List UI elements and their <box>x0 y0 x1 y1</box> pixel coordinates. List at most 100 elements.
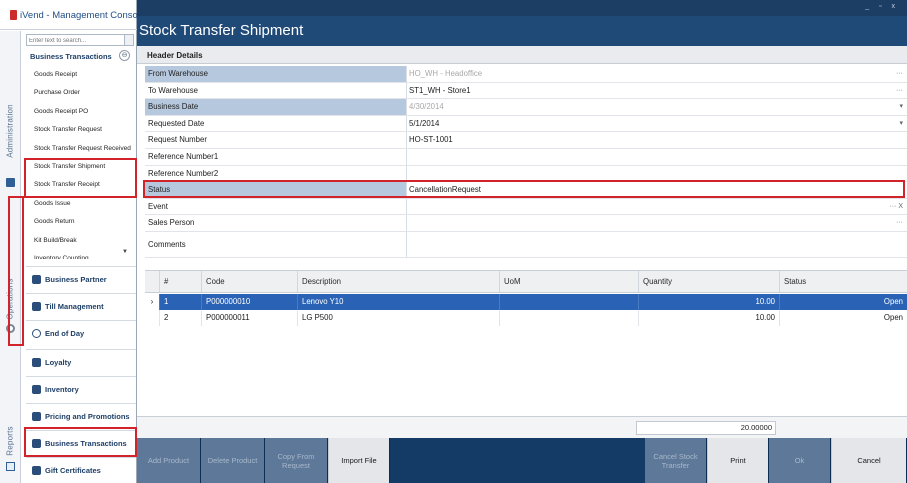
field-row-requested-date: Requested Date 5/1/2014 ▾ <box>145 115 907 133</box>
module-label: Pricing and Promotions <box>45 412 130 421</box>
search-button[interactable] <box>124 35 133 45</box>
reports-icon <box>6 462 15 471</box>
column-header-quantity[interactable]: Quantity <box>638 271 779 292</box>
lookup-icon[interactable]: ··· <box>896 215 903 231</box>
comments-field[interactable] <box>409 232 889 257</box>
cell-status[interactable]: Open <box>779 294 907 310</box>
business-transactions-icon <box>32 439 41 448</box>
module-loyalty[interactable]: Loyalty <box>26 349 136 375</box>
cell-quantity[interactable]: 10.00 <box>638 310 779 326</box>
module-label: End of Day <box>45 329 85 338</box>
module-inventory[interactable]: Inventory <box>26 376 136 402</box>
column-header-description[interactable]: Description <box>297 271 499 292</box>
cell-uom[interactable] <box>499 294 638 310</box>
field-row-event: Event ··· X <box>145 198 907 216</box>
field-row-sales-person: Sales Person ··· <box>145 215 907 232</box>
module-business-partner[interactable]: Business Partner <box>26 266 136 292</box>
reference-number2-field[interactable] <box>409 166 889 182</box>
menu-item-stock-transfer-shipment[interactable]: Stock Transfer Shipment <box>26 158 134 176</box>
field-label: Reference Number1 <box>145 149 407 165</box>
menu-item-goods-receipt[interactable]: Goods Receipt <box>26 66 134 84</box>
field-row-reference-number1: Reference Number1 <box>145 149 907 166</box>
module-label: Loyalty <box>45 358 72 367</box>
cell-num[interactable]: 1 <box>159 294 201 310</box>
lookup-icon[interactable]: ··· <box>896 66 903 82</box>
column-header-status[interactable]: Status <box>779 271 907 292</box>
copy-from-request-button[interactable]: Copy From Request <box>265 438 328 483</box>
lookup-icon[interactable]: ··· <box>896 83 903 99</box>
module-business-transactions[interactable]: Business Transactions <box>26 430 136 456</box>
column-header-code[interactable]: Code <box>201 271 297 292</box>
print-button[interactable]: Print <box>707 438 769 483</box>
requested-date-field[interactable]: 5/1/2014 <box>409 116 889 132</box>
main-content: Header Details From Warehouse HO_WH - Hea… <box>137 46 907 438</box>
menu-item-inventory-counting[interactable]: Inventory Counting <box>26 250 134 259</box>
collapse-icon[interactable]: ⊖ <box>119 50 130 61</box>
module-gift-certificates[interactable]: Gift Certificates <box>26 457 136 483</box>
menu-item-goods-issue[interactable]: Goods Issue <box>26 195 134 213</box>
sales-person-field[interactable] <box>409 215 889 231</box>
to-warehouse-field[interactable]: ST1_WH - Store1 <box>409 83 889 99</box>
menu-item-goods-receipt-po[interactable]: Goods Receipt PO <box>26 103 134 121</box>
menu-item-goods-return[interactable]: Goods Return <box>26 213 134 231</box>
add-product-button[interactable]: Add Product <box>137 438 201 483</box>
inventory-icon <box>32 385 41 394</box>
reference-number1-field[interactable] <box>409 149 889 165</box>
field-row-comments: Comments <box>145 232 907 258</box>
table-row[interactable]: 2 P000000011 LG P500 10.00 Open <box>145 310 907 326</box>
ivend-logo-icon <box>10 10 17 20</box>
section-header-business-transactions[interactable]: Business Transactions ⊖ <box>26 48 134 64</box>
module-till-management[interactable]: Till Management <box>26 293 136 319</box>
cancel-stock-transfer-button[interactable]: Cancel Stock Transfer <box>645 438 707 483</box>
cancel-button[interactable]: Cancel <box>831 438 907 483</box>
cell-uom[interactable] <box>499 310 638 326</box>
administration-tab-label[interactable]: Administration <box>6 104 15 158</box>
business-partner-icon <box>32 275 41 284</box>
totals-bar: 20.00000 <box>137 416 907 438</box>
cell-status[interactable]: Open <box>779 310 907 326</box>
cell-num[interactable]: 2 <box>159 310 201 326</box>
app-title: iVend - Management Console <box>20 10 146 21</box>
ok-button[interactable]: Ok <box>769 438 831 483</box>
module-label: Inventory <box>45 385 79 394</box>
field-label: Sales Person <box>145 215 407 231</box>
module-pricing-and-promotions[interactable]: Pricing and Promotions <box>26 403 136 429</box>
window-controls[interactable]: _ ▫ x <box>865 3 899 10</box>
dropdown-icon[interactable]: ▾ <box>899 116 903 132</box>
header-details-title: Header Details <box>147 51 203 60</box>
event-field[interactable] <box>409 199 889 215</box>
request-number-field[interactable]: HO-ST-1001 <box>409 132 889 148</box>
column-header-number[interactable]: # <box>159 271 201 292</box>
transactions-menu: Goods Receipt Purchase Order Goods Recei… <box>26 66 134 259</box>
menu-item-stock-transfer-request[interactable]: Stock Transfer Request <box>26 121 134 139</box>
cell-code[interactable]: P000000011 <box>201 310 297 326</box>
module-label: Business Partner <box>45 275 107 284</box>
search-input[interactable] <box>27 36 123 46</box>
menu-item-stock-transfer-receipt[interactable]: Stock Transfer Receipt <box>26 176 134 194</box>
column-header-uom[interactable]: UoM <box>499 271 638 292</box>
cell-quantity[interactable]: 10.00 <box>638 294 779 310</box>
status-field[interactable]: CancellationRequest <box>409 182 889 198</box>
form-title-bar: Stock Transfer Shipment <box>137 16 907 46</box>
table-row[interactable]: › 1 P000000010 Lenovo Y10 10.00 Open <box>145 294 907 310</box>
import-file-button[interactable]: Import File <box>328 438 390 483</box>
menu-item-kit-build-break[interactable]: Kit Build/Break <box>26 232 134 250</box>
grid-header: # Code Description UoM Quantity Status <box>145 270 907 293</box>
search-field[interactable] <box>26 34 134 46</box>
reports-tab-label[interactable]: Reports <box>6 426 15 455</box>
module-end-of-day[interactable]: End of Day <box>26 320 136 346</box>
field-row-status: Status CancellationRequest <box>145 182 907 199</box>
cell-description[interactable]: LG P500 <box>297 310 499 326</box>
cell-description[interactable]: Lenovo Y10 <box>297 294 499 310</box>
scroll-down-icon[interactable]: ▼ <box>122 249 128 255</box>
lookup-icon[interactable]: ··· X <box>889 199 903 215</box>
dropdown-icon[interactable]: ▾ <box>899 99 903 115</box>
delete-product-button[interactable]: Delete Product <box>201 438 265 483</box>
menu-item-stock-transfer-request-received[interactable]: Stock Transfer Request Received <box>26 140 134 158</box>
operations-tab-label[interactable]: Operations <box>6 278 15 319</box>
field-row-to-warehouse: To Warehouse ST1_WH - Store1 ··· <box>145 82 907 100</box>
field-label: Comments <box>145 232 407 257</box>
cell-code[interactable]: P000000010 <box>201 294 297 310</box>
menu-item-purchase-order[interactable]: Purchase Order <box>26 84 134 102</box>
field-row-request-number: Request Number HO-ST-1001 <box>145 132 907 149</box>
